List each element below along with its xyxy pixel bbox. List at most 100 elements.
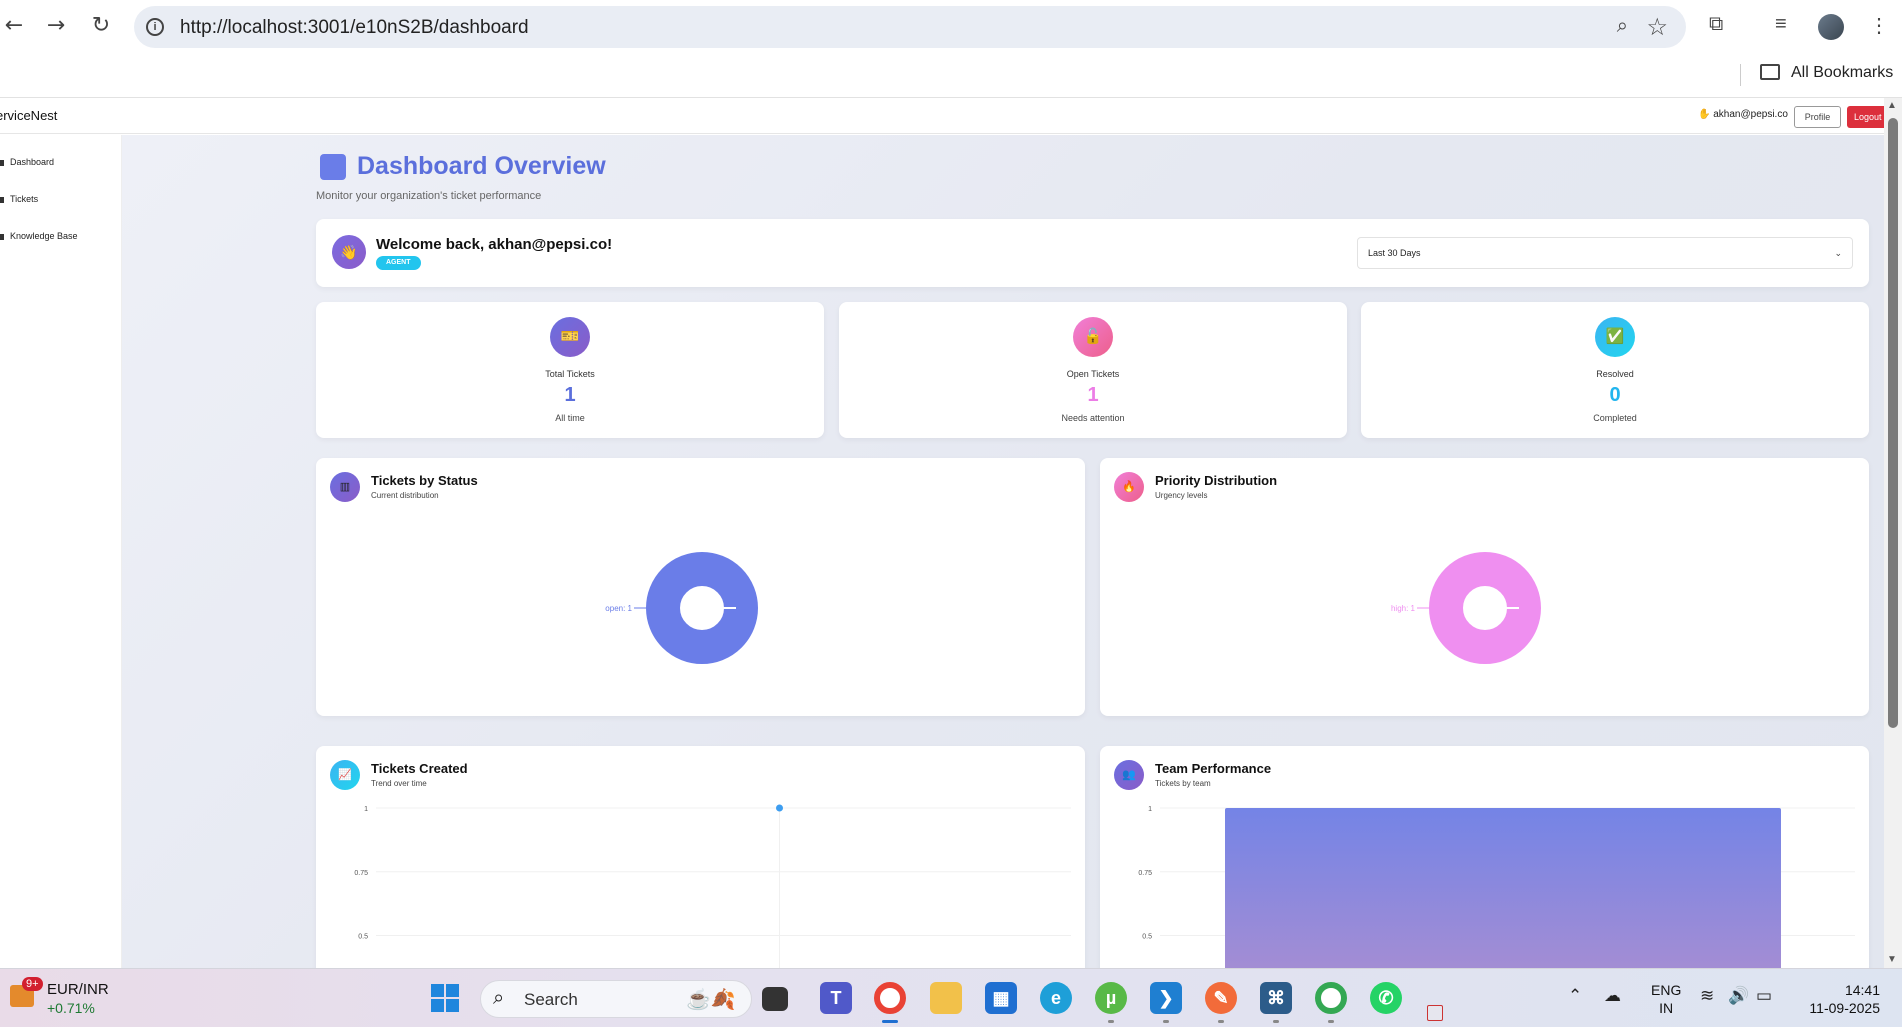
y-tick-label: 1 <box>1148 806 1152 813</box>
user-email: akhan@pepsi.co <box>1713 109 1788 120</box>
brand-name[interactable]: erviceNest <box>0 108 57 123</box>
utorrent-icon[interactable]: µ <box>1095 982 1127 1014</box>
folder-icon[interactable] <box>1760 64 1780 80</box>
status-donut-chart: open: 1 <box>605 552 758 664</box>
chart-card-team: 👥 Team Performance Tickets by team 1 0.75… <box>1100 746 1869 968</box>
mysql-workbench-icon[interactable]: ⌘ <box>1260 982 1292 1014</box>
scroll-thumb[interactable] <box>1888 118 1898 728</box>
forward-icon[interactable]: → <box>42 12 70 40</box>
teams-icon[interactable]: T <box>820 982 852 1014</box>
home-icon <box>0 159 4 166</box>
page-scrollbar[interactable]: ▲ ▼ <box>1884 98 1902 968</box>
check-icon: ✅ <box>1595 317 1635 357</box>
stat-card-resolved: ✅ Resolved 0 Completed <box>1361 302 1869 438</box>
vscode-icon[interactable]: ❯ <box>1150 982 1182 1014</box>
profile-avatar[interactable] <box>1818 14 1844 40</box>
ticker-change[interactable]: +0.71% <box>47 1000 95 1016</box>
page-title: Dashboard Overview <box>357 152 606 180</box>
priority-donut-chart: high: 1 <box>1391 552 1541 664</box>
wave-icon: ✋ <box>1698 109 1711 120</box>
book-icon <box>0 233 4 240</box>
app-running-dot <box>1163 1020 1169 1023</box>
donut-data-label: open: 1 <box>605 604 632 613</box>
url-text[interactable]: http://localhost:3001/e10nS2B/dashboard <box>180 17 529 39</box>
media-control-icon[interactable]: ≡ <box>1775 13 1787 36</box>
chart-card-priority: 🔥 Priority Distribution Urgency levels h… <box>1100 458 1869 716</box>
main-content: Dashboard Overview Monitor your organiza… <box>122 135 1884 968</box>
chevron-up-icon[interactable]: ⌃ <box>1568 986 1582 1006</box>
whatsapp-icon[interactable]: ✆ <box>1370 982 1402 1014</box>
onedrive-icon[interactable]: ☁ <box>1604 986 1621 1006</box>
stat-card-total: 🎫 Total Tickets 1 All time <box>316 302 824 438</box>
sidebar-item-label: Tickets <box>10 194 39 204</box>
y-tick-label: 0.75 <box>354 870 368 877</box>
bar <box>1225 808 1781 968</box>
dashboard-icon <box>320 154 346 180</box>
windows-taskbar: 9+ EUR/INR +0.71% ⌕ Search ☕🍂 T ▦ e µ ❯ … <box>0 968 1902 1027</box>
reload-icon[interactable]: ↻ <box>87 12 115 40</box>
clock-time: 14:41 <box>1844 982 1880 998</box>
store-icon[interactable]: ▦ <box>985 982 1017 1014</box>
menu-icon[interactable]: ⋮ <box>1869 13 1889 38</box>
zoom-icon[interactable]: ⌕ <box>1617 15 1628 38</box>
app-running-dot <box>1108 1020 1114 1023</box>
extensions-icon[interactable]: ⧉ <box>1709 13 1723 36</box>
language-code: ENG <box>1651 982 1682 998</box>
app-running-dot <box>1328 1020 1334 1023</box>
bookmarks-divider <box>1740 64 1741 86</box>
welcome-card: 👋 Welcome back, akhan@pepsi.co! AGENT La… <box>316 219 1869 287</box>
chevron-down-icon: ⌄ <box>1834 248 1842 258</box>
wifi-icon[interactable]: ≋ <box>1700 986 1714 1006</box>
y-tick-label: 0.75 <box>1138 870 1152 877</box>
battery-icon[interactable]: ▭ <box>1756 986 1772 1006</box>
search-highlight-icon: ☕🍂 <box>686 989 736 1011</box>
all-bookmarks-link[interactable]: All Bookmarks <box>1791 64 1893 82</box>
browser-toolbar: ← → ↻ i http://localhost:3001/e10nS2B/da… <box>0 0 1902 58</box>
page-subtitle: Monitor your organization's ticket perfo… <box>316 190 542 202</box>
tickets-created-line-chart: 10.750.50.25 <box>354 804 1071 968</box>
chart-card-created: 📈 Tickets Created Trend over time 1 0.75 0… <box>316 746 1085 968</box>
logout-button[interactable]: Logout <box>1847 106 1884 128</box>
active-app-indicator <box>882 1020 898 1023</box>
stat-label: Resolved <box>1596 369 1634 379</box>
stat-value: 0 <box>1609 384 1621 406</box>
sidebar-item-tickets[interactable]: Tickets <box>0 194 38 204</box>
chrome-profile-icon[interactable] <box>1315 982 1347 1014</box>
scroll-up-icon[interactable]: ▲ <box>1887 100 1897 111</box>
volume-icon[interactable]: 🔊 <box>1728 986 1749 1006</box>
sidebar-item-label: Dashboard <box>10 157 55 167</box>
welcome-message: Welcome back, akhan@pepsi.co! <box>376 236 613 253</box>
file-explorer-icon[interactable] <box>930 982 962 1014</box>
bookmark-star-icon[interactable]: ☆ <box>1646 13 1668 42</box>
user-chip: ✋ akhan@pepsi.co <box>1698 109 1788 120</box>
sidebar-item-knowledge-base[interactable]: Knowledge Base <box>0 231 78 241</box>
windows-start-icon[interactable] <box>431 984 459 1012</box>
app-running-dot <box>1273 1020 1279 1023</box>
edge-icon[interactable]: e <box>1040 982 1072 1014</box>
task-view-icon[interactable] <box>762 987 788 1011</box>
notification-badge: 9+ <box>22 977 43 991</box>
stat-value: 1 <box>564 384 576 406</box>
scroll-down-icon[interactable]: ▼ <box>1887 954 1897 965</box>
clock[interactable]: 14:41 11-09-2025 <box>1800 981 1880 1017</box>
taskbar-search[interactable]: ⌕ Search ☕🍂 <box>480 980 752 1018</box>
date-range-value: Last 30 Days <box>1368 248 1421 258</box>
profile-button[interactable]: Profile <box>1794 106 1841 128</box>
postman-icon[interactable]: ✎ <box>1205 982 1237 1014</box>
donut-data-label: high: 1 <box>1391 604 1416 613</box>
stat-label: Open Tickets <box>1066 369 1120 379</box>
date-range-select[interactable]: Last 30 Days ⌄ <box>1357 237 1853 269</box>
site-info-icon[interactable]: i <box>146 18 164 36</box>
sidebar-item-dashboard[interactable]: Dashboard <box>0 157 54 167</box>
chrome-icon[interactable] <box>874 982 906 1014</box>
language-indicator[interactable]: ENG IN <box>1651 981 1681 1017</box>
ticker-name[interactable]: EUR/INR <box>47 981 109 998</box>
role-badge: AGENT <box>376 256 421 270</box>
snipping-tool-icon[interactable] <box>1427 1005 1443 1021</box>
search-label: Search <box>524 990 578 1009</box>
team-performance-bar-chart: 10.750.50.25 <box>1138 806 1855 968</box>
bookmarks-bar: All Bookmarks <box>0 58 1902 98</box>
back-icon[interactable]: ← <box>0 12 28 40</box>
search-icon: ⌕ <box>493 987 505 1009</box>
address-bar[interactable]: i http://localhost:3001/e10nS2B/dashboar… <box>134 6 1686 48</box>
